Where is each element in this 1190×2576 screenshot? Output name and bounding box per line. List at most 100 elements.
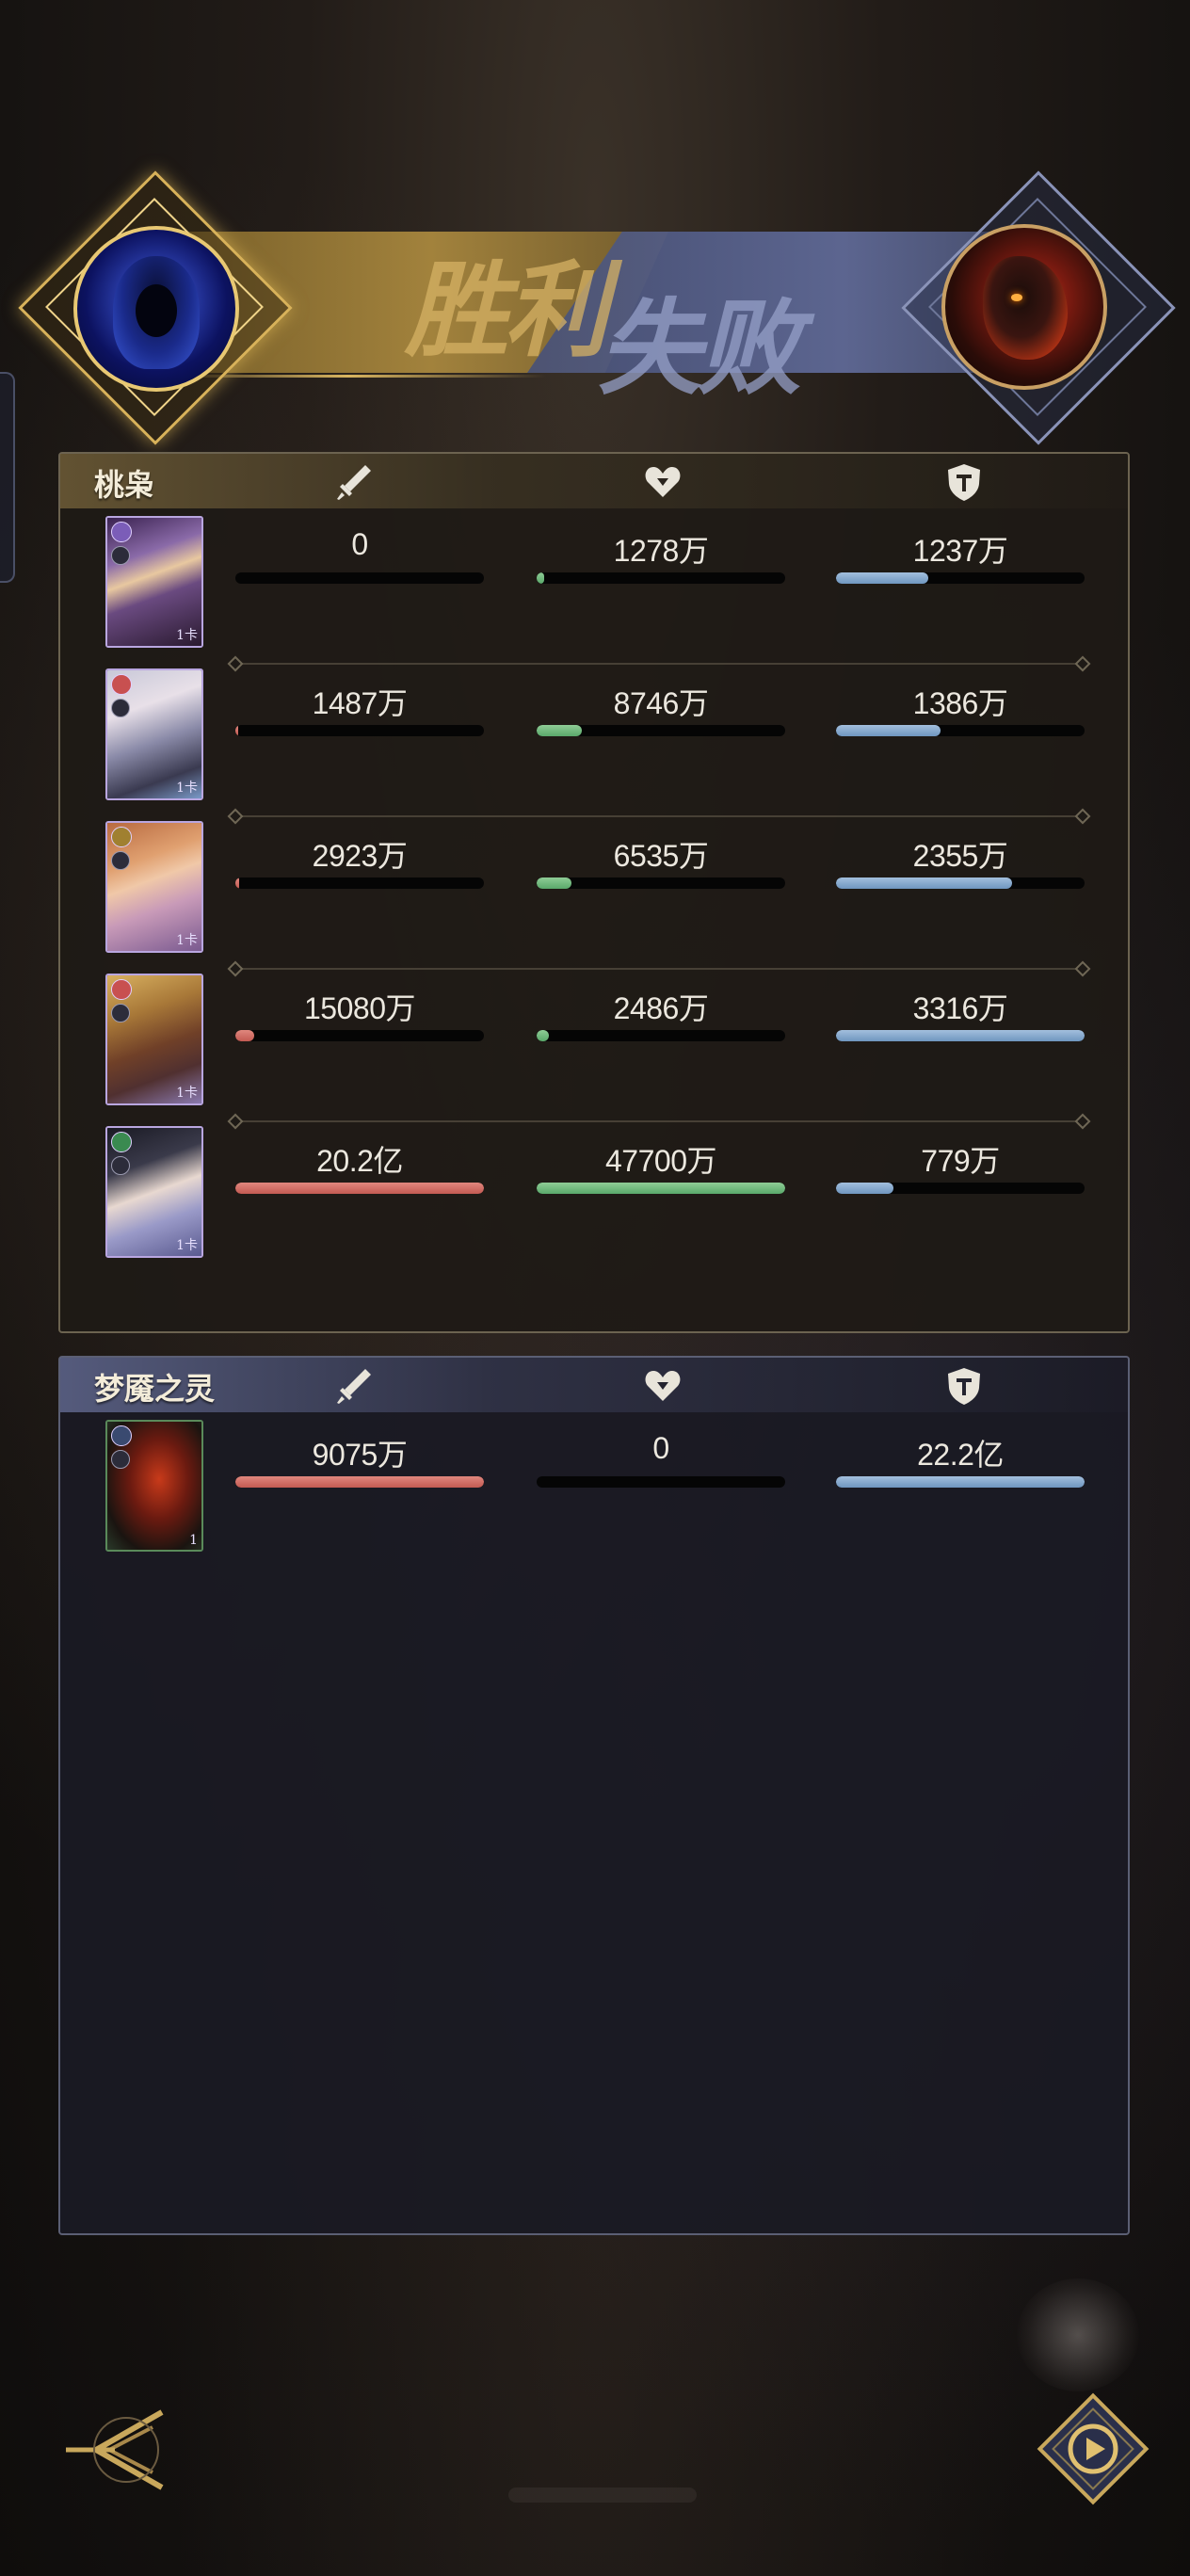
- ally-unit-row: 1卡 1487万 8746万 1386万: [60, 663, 1128, 804]
- damage-bar: [235, 1030, 484, 1041]
- sword-icon: [333, 461, 375, 503]
- rank-icon: [111, 1425, 132, 1446]
- victory-label: 胜利: [405, 250, 608, 371]
- tank-bar: [836, 1183, 1085, 1194]
- tank-value: 1237万: [912, 534, 1008, 568]
- result-banner: 失败 胜利: [0, 169, 1190, 445]
- tank-bar: [836, 877, 1085, 889]
- heal-bar-fill: [537, 877, 571, 889]
- heal-value: 47700万: [605, 1144, 717, 1178]
- damage-bar-fill: [235, 1183, 484, 1194]
- tank-value: 779万: [921, 1144, 1000, 1178]
- shield-icon: [943, 1365, 985, 1407]
- heal-bar-fill: [537, 1030, 550, 1041]
- heal-bar-fill: [537, 572, 544, 584]
- replay-icon: [1037, 2392, 1150, 2505]
- heal-value: 6535万: [613, 839, 709, 873]
- heal-bar: [537, 877, 785, 889]
- blurred-orb: [1017, 2278, 1139, 2391]
- footer-hint: [508, 2487, 697, 2503]
- ally-stats-panel: 桃枭 1卡 0 1278万 1237万 1卡 1487万 8746万 1386万…: [58, 452, 1130, 1333]
- tank-bar-fill: [836, 1476, 1085, 1488]
- hood-shadow: [136, 284, 177, 337]
- unit-card-flame-horse-demon[interactable]: 1: [105, 1420, 203, 1552]
- damage-value: 20.2亿: [316, 1144, 403, 1178]
- class-icon: [111, 1156, 130, 1175]
- heal-bar: [537, 725, 785, 736]
- damage-bar: [235, 1476, 484, 1488]
- heal-value: 0: [652, 1431, 669, 1465]
- tank-bar-fill: [836, 1183, 893, 1194]
- heal-value: 2486万: [613, 991, 709, 1025]
- damage-value: 2923万: [312, 839, 408, 873]
- sun-rank-icon: [111, 827, 132, 847]
- tank-bar-fill: [836, 1030, 1085, 1041]
- sword-icon: [333, 1365, 375, 1407]
- tank-bar-fill: [836, 877, 1013, 889]
- enemy-panel-header: 梦魇之灵: [60, 1358, 1128, 1412]
- heal-bar: [537, 572, 785, 584]
- heal-value: 8746万: [613, 686, 709, 720]
- damage-bar-fill: [235, 1030, 254, 1041]
- heart-icon: [642, 461, 683, 503]
- unit-card-bearded-king[interactable]: 1卡: [105, 974, 203, 1105]
- flame-horse-demon-portrait: [941, 224, 1107, 390]
- enemy-stats-panel: 梦魇之灵 1 9075万 0 22.2亿: [58, 1356, 1130, 2235]
- damage-bar-fill: [235, 877, 239, 889]
- star-rank-icon: [111, 522, 132, 542]
- tank-value: 3316万: [912, 991, 1008, 1025]
- unit-card-red-hair-lady[interactable]: 1卡: [105, 821, 203, 953]
- tank-value: 22.2亿: [917, 1438, 1004, 1472]
- class-icon: [111, 1004, 130, 1022]
- heal-bar: [537, 1030, 785, 1041]
- unit-card-purple-sorceress[interactable]: 1卡: [105, 516, 203, 648]
- heal-value: 1278万: [613, 534, 709, 568]
- tank-value: 1386万: [912, 686, 1008, 720]
- enemy-unit-row: 1 9075万 0 22.2亿: [60, 1414, 1128, 1555]
- card-level: 1卡: [176, 933, 198, 948]
- card-level: 1卡: [176, 781, 198, 796]
- tank-bar: [836, 1030, 1085, 1041]
- tank-bar: [836, 572, 1085, 584]
- back-arrow-icon: [66, 2409, 164, 2490]
- damage-bar: [235, 572, 484, 584]
- damage-bar: [235, 725, 484, 736]
- tank-bar: [836, 1476, 1085, 1488]
- damage-bar-fill: [235, 1476, 484, 1488]
- card-level: 1卡: [176, 628, 198, 643]
- defeat-label: 失败: [598, 287, 801, 409]
- class-icon: [111, 546, 130, 565]
- ally-panel-header: 桃枭: [60, 454, 1128, 508]
- class-icon: [111, 699, 130, 717]
- enemy-team-name: 梦魇之灵: [94, 1371, 216, 1407]
- ally-unit-row: 1卡 2923万 6535万 2355万: [60, 815, 1128, 957]
- ally-unit-row: 1卡 20.2亿 47700万 779万: [60, 1120, 1128, 1262]
- heal-bar-fill: [537, 725, 582, 736]
- beast-head: [983, 256, 1068, 360]
- damage-bar-fill: [235, 725, 238, 736]
- unit-card-silver-lady[interactable]: 1卡: [105, 668, 203, 800]
- unit-card-dark-hair-lady[interactable]: 1卡: [105, 1126, 203, 1258]
- tank-bar-fill: [836, 725, 941, 736]
- card-level: 1: [189, 1533, 198, 1548]
- heart-rank-icon: [111, 674, 132, 695]
- damage-value: 15080万: [304, 991, 416, 1025]
- damage-value: 0: [351, 527, 368, 561]
- ally-team-name: 桃枭: [94, 467, 155, 503]
- back-button[interactable]: [58, 2391, 171, 2504]
- hood: [113, 256, 200, 369]
- damage-value: 9075万: [312, 1438, 408, 1472]
- tank-bar: [836, 725, 1085, 736]
- heart-icon: [642, 1365, 683, 1407]
- damage-bar: [235, 1183, 484, 1194]
- class-icon: [111, 1450, 130, 1469]
- heal-bar-fill: [537, 1183, 785, 1194]
- heal-bar: [537, 1183, 785, 1194]
- heal-bar: [537, 1476, 785, 1488]
- shield-icon: [943, 461, 985, 503]
- card-level: 1卡: [176, 1086, 198, 1101]
- replay-button[interactable]: [1032, 2388, 1154, 2510]
- damage-bar: [235, 877, 484, 889]
- ally-unit-row: 1卡 15080万 2486万 3316万: [60, 968, 1128, 1109]
- class-icon: [111, 851, 130, 870]
